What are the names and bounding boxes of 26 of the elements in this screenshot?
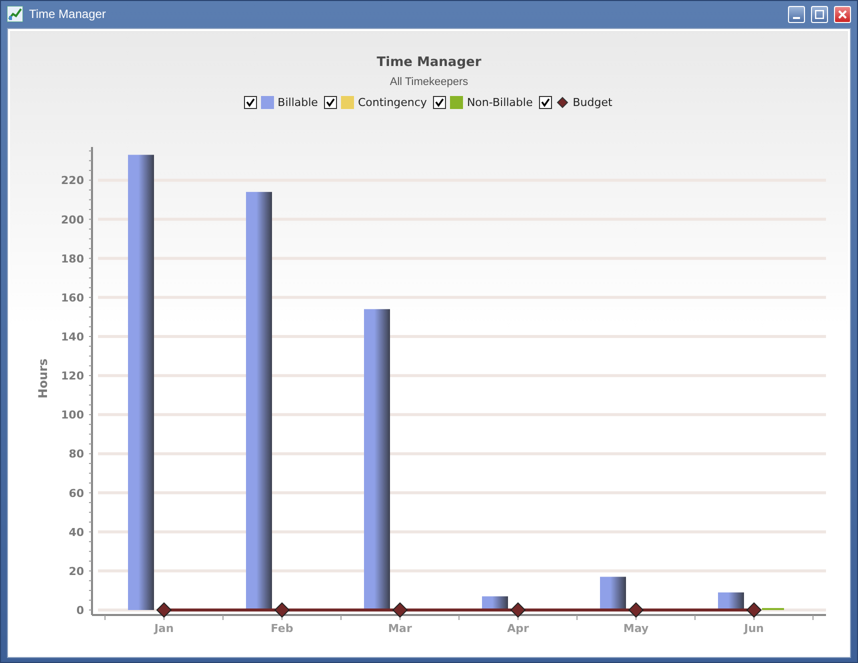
legend-label: Billable (278, 96, 318, 109)
chart-title: Time Manager (376, 55, 482, 70)
legend-label: Contingency (358, 96, 427, 109)
x-tick-label: Feb (270, 622, 294, 635)
y-tick-label: 20 (68, 564, 84, 578)
y-tick-label: 80 (68, 448, 84, 461)
y-axis-label: Hours (36, 358, 50, 398)
x-tick-label: May (623, 622, 649, 635)
y-tick-label: 160 (61, 291, 84, 304)
y-tick-label: 180 (61, 252, 84, 266)
y-tick-label: 60 (68, 486, 84, 500)
x-tick-label: Apr (507, 622, 529, 635)
y-tick-label: 120 (61, 370, 84, 383)
y-tick-label: 140 (61, 330, 84, 344)
legend-label: Non-Billable (466, 96, 533, 109)
y-tick-label: 100 (61, 408, 84, 422)
x-tick-label: Jun (744, 622, 764, 635)
y-tick-label: 0 (76, 604, 84, 617)
legend-label: Budget (572, 96, 612, 109)
chart-subtitle: All Timekeepers (390, 76, 468, 88)
y-tick-label: 40 (68, 526, 84, 539)
y-tick-label: 220 (61, 174, 84, 188)
y-tick-label: 200 (61, 213, 84, 226)
x-tick-label: Jan (154, 622, 174, 635)
x-tick-label: Mar (388, 622, 412, 635)
window-title: Time Manager (29, 7, 107, 21)
